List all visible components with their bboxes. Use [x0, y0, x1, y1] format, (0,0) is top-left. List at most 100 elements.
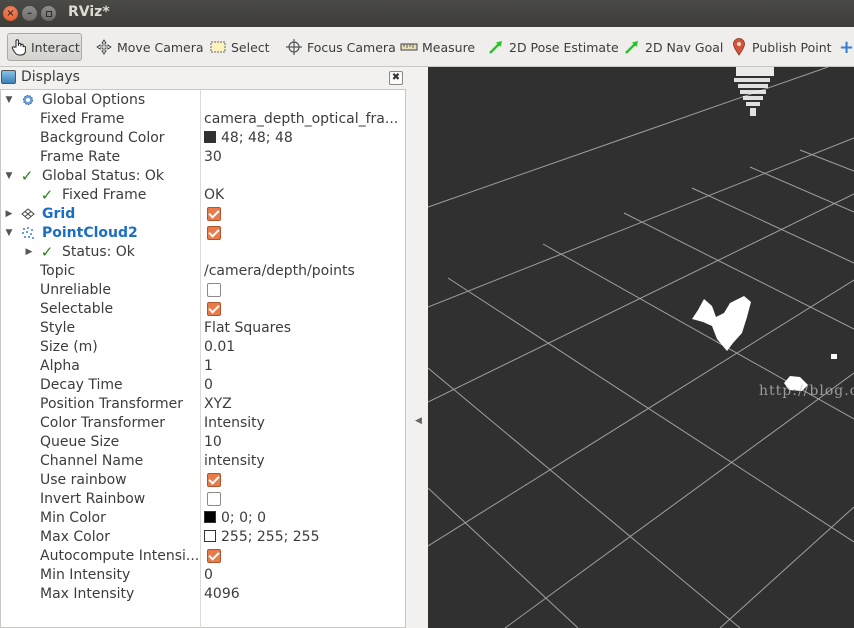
style-value[interactable]: Flat Squares — [204, 319, 291, 338]
tree-label: Fixed Frame — [40, 111, 125, 127]
tree-row-frame-rate[interactable]: Frame Rate 30 — [1, 148, 405, 167]
close-icon: ✖ — [391, 72, 401, 83]
unreliable-checkbox[interactable] — [207, 283, 221, 297]
size-value[interactable]: 0.01 — [204, 338, 235, 357]
tree-row-topic[interactable]: Topic /camera/depth/points — [1, 262, 405, 281]
tree-row-min-intensity[interactable]: Min Intensity 0 — [1, 566, 405, 585]
min-intensity-value[interactable]: 0 — [204, 566, 213, 585]
expanded-arrow-icon[interactable]: ▼ — [4, 91, 14, 110]
move-arrows-icon — [95, 38, 113, 56]
tree-label: Style — [40, 320, 76, 336]
tree-row-channel-name[interactable]: Channel Name intensity — [1, 452, 405, 471]
grid-enabled-checkbox[interactable] — [207, 207, 221, 221]
invert-rainbow-checkbox[interactable] — [207, 492, 221, 506]
window-title: RViz* — [68, 4, 110, 20]
pointcloud-enabled-checkbox[interactable] — [207, 226, 221, 240]
close-icon: × — [6, 7, 15, 19]
tree-row-pointcloud-status[interactable]: ▶ ✓ Status: Ok — [1, 243, 405, 262]
tree-row-grid[interactable]: ▶ Grid — [1, 205, 405, 224]
tree-label: Alpha — [40, 358, 80, 374]
max-intensity-value[interactable]: 4096 — [204, 585, 240, 604]
monitor-icon — [1, 70, 16, 84]
map-pin-icon — [730, 38, 748, 56]
tree-row-use-rainbow[interactable]: Use rainbow — [1, 471, 405, 490]
publish-point-label: Publish Point — [752, 39, 832, 55]
tree-row-queue-size[interactable]: Queue Size 10 — [1, 433, 405, 452]
2d-pose-estimate-label: 2D Pose Estimate — [509, 39, 619, 55]
tree-row-fixed-frame[interactable]: Fixed Frame camera_depth_optical_fra... — [1, 110, 405, 129]
tree-label: Channel Name — [40, 453, 144, 469]
checkmark-icon: ✓ — [20, 166, 34, 185]
tree-row-max-color[interactable]: Max Color 255; 255; 255 — [1, 528, 405, 547]
decay-time-value[interactable]: 0 — [204, 376, 213, 395]
alpha-value[interactable]: 1 — [204, 357, 213, 376]
collapse-arrow-icon[interactable]: ◀ — [415, 416, 422, 426]
expanded-arrow-icon[interactable]: ▼ — [4, 224, 14, 243]
tree-row-position-transformer[interactable]: Position Transformer XYZ — [1, 395, 405, 414]
tree-label: Invert Rainbow — [40, 491, 146, 507]
collapsed-arrow-icon[interactable]: ▶ — [4, 205, 14, 224]
tree-label: Min Intensity — [40, 567, 131, 583]
tree-row-color-transformer[interactable]: Color Transformer Intensity — [1, 414, 405, 433]
tree-row-global-status[interactable]: ▼ ✓ Global Status: Ok — [1, 167, 405, 186]
3d-render-view[interactable]: http://blog.csdn.net/ — [428, 67, 854, 628]
tree-row-style[interactable]: Style Flat Squares — [1, 319, 405, 338]
tree-row-unreliable[interactable]: Unreliable — [1, 281, 405, 300]
color-transformer-value[interactable]: Intensity — [204, 414, 265, 433]
queue-size-value[interactable]: 10 — [204, 433, 222, 452]
focus-camera-tool-button[interactable]: Focus Camera — [282, 33, 399, 61]
tree-row-size[interactable]: Size (m) 0.01 — [1, 338, 405, 357]
tree-row-global-options[interactable]: ▼ Global Options — [1, 91, 405, 110]
tree-row-background-color[interactable]: Background Color 48; 48; 48 — [1, 129, 405, 148]
tree-row-min-color[interactable]: Min Color 0; 0; 0 — [1, 509, 405, 528]
tree-label: Frame Rate — [40, 149, 121, 165]
move-camera-tool-button[interactable]: Move Camera — [92, 33, 207, 61]
collapsed-arrow-icon[interactable]: ▶ — [24, 243, 34, 262]
tree-row-status-fixed-frame[interactable]: ✓ Fixed Frame OK — [1, 186, 405, 205]
tree-label: Status: Ok — [62, 244, 135, 260]
min-color-value[interactable]: 0; 0; 0 — [204, 509, 266, 528]
selection-box-icon — [209, 38, 227, 56]
measure-tool-button[interactable]: Measure — [397, 33, 478, 61]
max-color-value[interactable]: 255; 255; 255 — [204, 528, 320, 547]
interact-tool-button[interactable]: Interact — [7, 33, 82, 61]
tree-row-decay-time[interactable]: Decay Time 0 — [1, 376, 405, 395]
2d-nav-goal-tool-button[interactable]: 2D Nav Goal — [620, 33, 726, 61]
color-swatch — [204, 511, 216, 523]
topic-value[interactable]: /camera/depth/points — [204, 262, 355, 281]
tree-row-autocompute-intensity[interactable]: Autocompute Intensi... — [1, 547, 405, 566]
tree-row-max-intensity[interactable]: Max Intensity 4096 — [1, 585, 405, 604]
selectable-checkbox[interactable] — [207, 302, 221, 316]
displays-header: Displays ✖ — [0, 67, 406, 89]
tree-row-selectable[interactable]: Selectable — [1, 300, 405, 319]
hand-pointer-icon — [11, 38, 27, 56]
tree-row-alpha[interactable]: Alpha 1 — [1, 357, 405, 376]
tree-row-pointcloud2[interactable]: ▼ PointCloud2 — [1, 224, 405, 243]
ruler-icon — [400, 38, 418, 56]
tree-label: Decay Time — [40, 377, 123, 393]
close-window-button[interactable]: × — [3, 6, 18, 21]
autocompute-intensity-checkbox[interactable] — [207, 549, 221, 563]
tree-row-invert-rainbow[interactable]: Invert Rainbow — [1, 490, 405, 509]
panel-splitter[interactable]: ◀ — [406, 67, 428, 628]
fixed-frame-value[interactable]: camera_depth_optical_fra... — [204, 110, 398, 129]
frame-rate-value[interactable]: 30 — [204, 148, 222, 167]
publish-point-tool-button[interactable]: Publish Point — [727, 33, 835, 61]
maximize-window-button[interactable] — [41, 6, 56, 21]
tree-label: Unreliable — [40, 282, 111, 298]
crosshair-icon — [285, 38, 303, 56]
position-transformer-value[interactable]: XYZ — [204, 395, 232, 414]
use-rainbow-checkbox[interactable] — [207, 473, 221, 487]
2d-pose-estimate-tool-button[interactable]: 2D Pose Estimate — [484, 33, 622, 61]
expanded-arrow-icon[interactable]: ▼ — [4, 167, 14, 186]
select-tool-button[interactable]: Select — [206, 33, 273, 61]
add-tool-button[interactable]: + — [839, 33, 854, 61]
checkmark-icon: ✓ — [40, 242, 54, 261]
panel-close-button[interactable]: ✖ — [389, 71, 403, 85]
interact-label: Interact — [31, 39, 80, 55]
color-text: 0; 0; 0 — [221, 510, 267, 526]
gear-icon — [20, 92, 36, 108]
minimize-window-button[interactable]: – — [22, 6, 37, 21]
background-color-value[interactable]: 48; 48; 48 — [204, 129, 293, 148]
channel-name-value[interactable]: intensity — [204, 452, 265, 471]
